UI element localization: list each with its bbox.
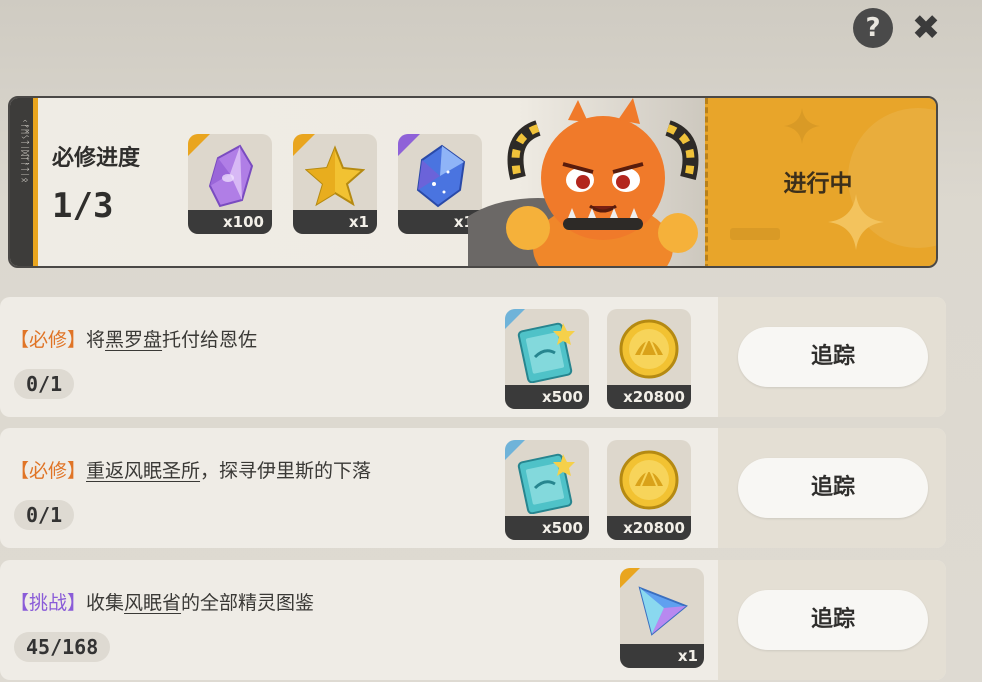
- gold-star-icon: [305, 145, 365, 207]
- status-panel: 进行中: [705, 98, 936, 266]
- task-description: 【必修】重返风眠圣所，探寻伊里斯的下落: [10, 456, 371, 483]
- status-label: 进行中: [783, 171, 853, 197]
- task-text: 将: [86, 329, 106, 351]
- reward-quantity: x500: [505, 516, 589, 540]
- task-tag: 【必修】: [10, 329, 87, 351]
- task-reward-prism[interactable]: x1: [620, 568, 704, 668]
- help-icon[interactable]: ?: [853, 8, 893, 48]
- accent-bar: [33, 98, 38, 266]
- reward-quantity: x100: [188, 210, 272, 234]
- sparkle-icon: [828, 194, 884, 250]
- task-description: 【必修】将黑罗盘托付给恩佐: [10, 325, 257, 352]
- reward-quantity: x1: [620, 644, 704, 668]
- task-text: ，探寻伊里斯的下落: [200, 460, 372, 482]
- task-card: 【必修】重返风眠圣所，探寻伊里斯的下落 0/1 x500 x20800 追踪: [0, 428, 946, 548]
- task-card: 【挑战】收集风眠省的全部精灵图鉴 45/168 x1 追踪: [0, 560, 946, 680]
- task-text: 的全部精灵图鉴: [181, 592, 315, 614]
- task-description: 【挑战】收集风眠省的全部精灵图鉴: [10, 588, 314, 615]
- task-progress: 0/1: [14, 500, 75, 530]
- reward-quantity: x500: [505, 385, 589, 409]
- task-reward-ticket[interactable]: x500: [505, 440, 589, 540]
- prism-gem-icon: [638, 586, 688, 636]
- track-button[interactable]: 追踪: [738, 458, 928, 518]
- task-card: 【必修】将黑罗盘托付给恩佐 0/1 x500 x20800 追踪: [0, 297, 946, 417]
- close-icon[interactable]: ✖: [906, 8, 946, 48]
- side-rune-strip: ᚲᚠᛗᛊᛏᛁᛞᛉᚨᛏᛁᛟ: [10, 98, 38, 266]
- task-keyword-link[interactable]: 风眠省: [124, 592, 181, 614]
- header-reward-crystal[interactable]: x100: [188, 134, 272, 234]
- progress-header-card: ᚲᚠᛗᛊᛏᛁᛞᛉᚨᛏᛁᛟ 必修进度 1/3 x100 x1 x1 进行中: [8, 96, 938, 268]
- task-keyword-link[interactable]: 重返风眠圣所: [86, 460, 200, 482]
- ticket-icon: [517, 453, 575, 514]
- task-progress: 0/1: [14, 369, 75, 399]
- track-button[interactable]: 追踪: [738, 590, 928, 650]
- task-text: 托付给恩佐: [162, 329, 258, 351]
- reward-quantity: x1: [293, 210, 377, 234]
- header-reward-star[interactable]: x1: [293, 134, 377, 234]
- purple-crystal-icon: [208, 144, 254, 208]
- task-reward-coin[interactable]: x20800: [607, 309, 691, 409]
- blue-gem-icon: [416, 144, 466, 208]
- gold-coin-icon: [619, 319, 679, 379]
- progress-count: 1/3: [52, 186, 114, 226]
- sparkle-icon: [784, 108, 820, 144]
- task-reward-ticket[interactable]: x500: [505, 309, 589, 409]
- decor-bar: [730, 228, 780, 240]
- gold-coin-icon: [619, 450, 679, 510]
- progress-title: 必修进度: [52, 146, 141, 171]
- reward-quantity: x20800: [607, 516, 691, 540]
- task-progress: 45/168: [14, 632, 111, 662]
- reward-quantity: x20800: [607, 385, 691, 409]
- task-reward-coin[interactable]: x20800: [607, 440, 691, 540]
- quest-progress-screen: ? ✖ ᚲᚠᛗᛊᛏᛁᛞᛉᚨᛏᛁᛟ 必修进度 1/3 x100 x1 x1 进行中…: [0, 0, 982, 682]
- rune-text: ᚲᚠᛗᛊᛏᛁᛞᛉᚨᛏᛁᛟ: [19, 118, 29, 183]
- task-tag: 【挑战】: [10, 592, 87, 614]
- task-text: 收集: [86, 592, 125, 614]
- task-keyword-link[interactable]: 黑罗盘: [105, 329, 162, 351]
- ticket-icon: [517, 322, 575, 383]
- task-tag: 【必修】: [10, 460, 87, 482]
- fire-mascot-icon: [468, 98, 699, 266]
- track-button[interactable]: 追踪: [738, 327, 928, 387]
